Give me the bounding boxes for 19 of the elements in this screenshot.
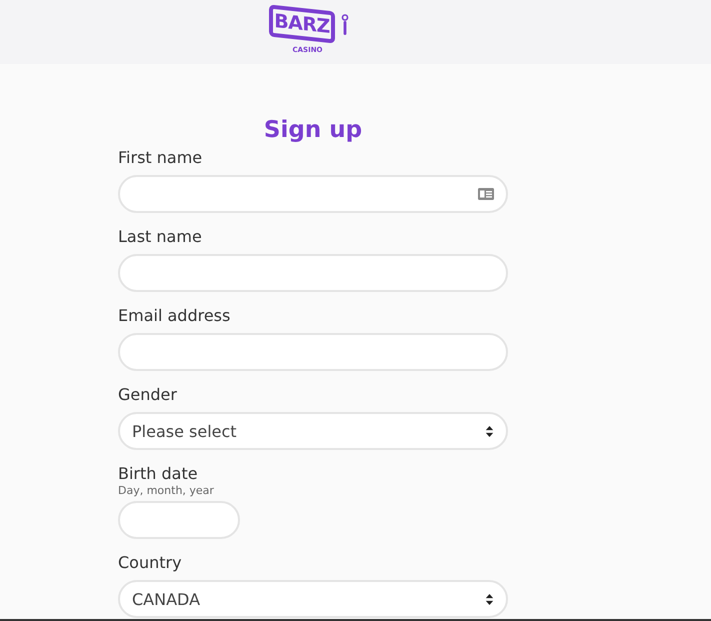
input-field[interactable] <box>118 254 508 292</box>
field-label: Last name <box>118 227 203 247</box>
field-label: Email address <box>118 306 232 326</box>
field-label: Gender <box>118 385 178 405</box>
field-label: Birth date <box>118 464 199 484</box>
field-label: Country <box>118 553 183 573</box>
input-field[interactable] <box>118 175 508 213</box>
select-field[interactable]: CANADA <box>118 580 508 618</box>
sort-arrows-icon <box>485 426 494 436</box>
field-label: First name <box>118 148 204 168</box>
select-field[interactable]: Please select <box>118 412 508 450</box>
form-title: Sign up <box>262 116 364 144</box>
lever-icon <box>340 14 348 36</box>
input-field[interactable] <box>118 333 508 371</box>
contact-card-icon <box>478 188 494 200</box>
logo-wordmark: BARZ <box>268 4 334 44</box>
field-hint: Day, month, year <box>118 484 215 498</box>
sort-arrows-icon <box>485 594 494 604</box>
date-field[interactable] <box>118 501 240 539</box>
